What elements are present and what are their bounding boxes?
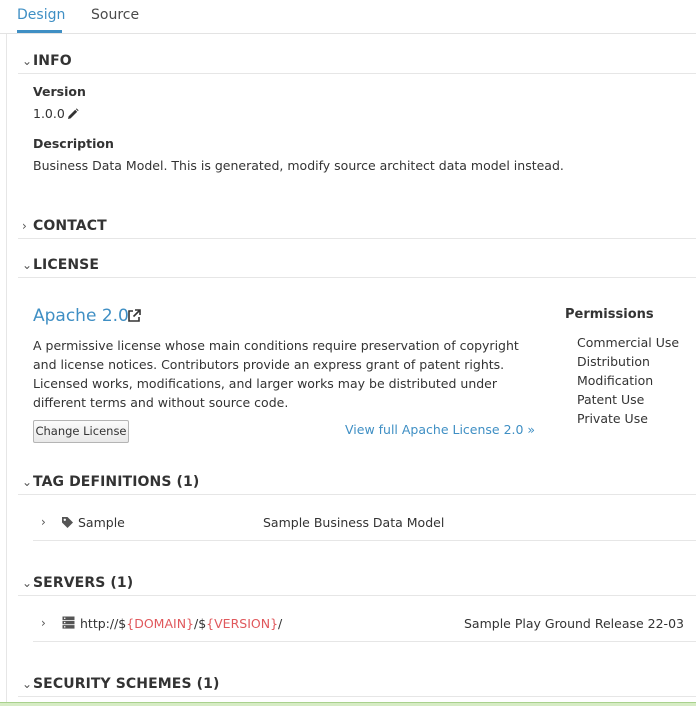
section-security-schemes-title: SECURITY SCHEMES (1) (33, 676, 220, 692)
license-description-line: and license notices. Contributors provid… (33, 357, 505, 372)
section-servers-header[interactable]: ⌄ SERVERS (1) (18, 574, 696, 596)
section-info-header[interactable]: ⌄ INFO (18, 52, 696, 74)
section-license-title: LICENSE (33, 257, 100, 273)
chevron-down-icon: ⌄ (22, 54, 33, 68)
license-description: A permissive license whose main conditio… (33, 336, 533, 412)
permission-item: Commercial Use (577, 335, 680, 350)
view-full-license-link[interactable]: View full Apache License 2.0 » (345, 422, 535, 438)
description-label: Description (33, 136, 114, 151)
server-url-suffix: / (278, 616, 283, 631)
chevron-right-icon: › (22, 219, 27, 233)
permission-item: Modification (577, 373, 654, 388)
license-description-line: different terms and without source code. (33, 395, 289, 410)
editor-tabs: Design Source (0, 0, 696, 34)
chevron-down-icon: ⌄ (22, 677, 33, 691)
chevron-down-icon: ⌄ (22, 258, 33, 272)
section-contact-header[interactable]: › CONTACT (18, 217, 696, 239)
section-tag-definitions-title: TAG DEFINITIONS (1) (33, 474, 200, 490)
section-contact-title: CONTACT (33, 218, 107, 234)
server-variable-domain: {DOMAIN} (126, 616, 194, 631)
server-url-separator: /$ (194, 616, 207, 631)
license-description-line: A permissive license whose main conditio… (33, 338, 519, 353)
description-value[interactable]: Business Data Model. This is generated, … (33, 158, 564, 174)
tag-name: Sample (78, 515, 125, 530)
permissions-title: Permissions (565, 307, 654, 322)
chevron-right-icon[interactable]: › (41, 616, 46, 630)
version-value[interactable]: 1.0.0 (33, 106, 65, 122)
section-security-schemes-header[interactable]: ⌄ SECURITY SCHEMES (1) (18, 675, 696, 697)
server-url-prefix: http://$ (80, 616, 127, 631)
external-link-icon[interactable] (127, 309, 141, 323)
permission-item: Patent Use (577, 392, 645, 407)
tab-source[interactable]: Source (91, 6, 139, 24)
version-label: Version (33, 84, 86, 99)
chevron-right-icon[interactable]: › (41, 515, 46, 529)
section-servers-title: SERVERS (1) (33, 575, 134, 591)
change-license-button[interactable]: Change License (33, 420, 129, 443)
left-border (6, 34, 7, 702)
server-variable-version: {VERSION} (206, 616, 279, 631)
permission-item: Distribution (577, 354, 650, 369)
server-description: Sample Play Ground Release 22-03 (464, 616, 684, 631)
status-strip (0, 702, 696, 706)
server-icon (62, 616, 75, 629)
tag-icon (62, 517, 73, 528)
permission-item: Private Use (577, 411, 648, 426)
active-tab-indicator (17, 30, 62, 33)
section-license-header[interactable]: ⌄ LICENSE (18, 256, 696, 278)
tag-row[interactable]: › Sample Sample Business Data Model (33, 505, 696, 541)
section-tag-definitions-header[interactable]: ⌄ TAG DEFINITIONS (1) (18, 473, 696, 495)
license-name-link[interactable]: Apache 2.0 (33, 306, 129, 326)
tab-design[interactable]: Design (17, 6, 65, 24)
chevron-down-icon: ⌄ (22, 576, 33, 590)
chevron-down-icon: ⌄ (22, 475, 33, 489)
server-row[interactable]: › http://${DOMAIN}/${VERSION}/ Sample Pl… (33, 606, 696, 642)
permissions-list: Commercial Use Distribution Modification… (577, 333, 679, 428)
server-url[interactable]: http://${DOMAIN}/${VERSION}/ (80, 616, 282, 632)
tag-description: Sample Business Data Model (263, 515, 445, 530)
section-info-title: INFO (33, 53, 72, 69)
pencil-icon[interactable] (67, 108, 79, 120)
license-description-line: Licensed works, modifications, and large… (33, 376, 498, 391)
